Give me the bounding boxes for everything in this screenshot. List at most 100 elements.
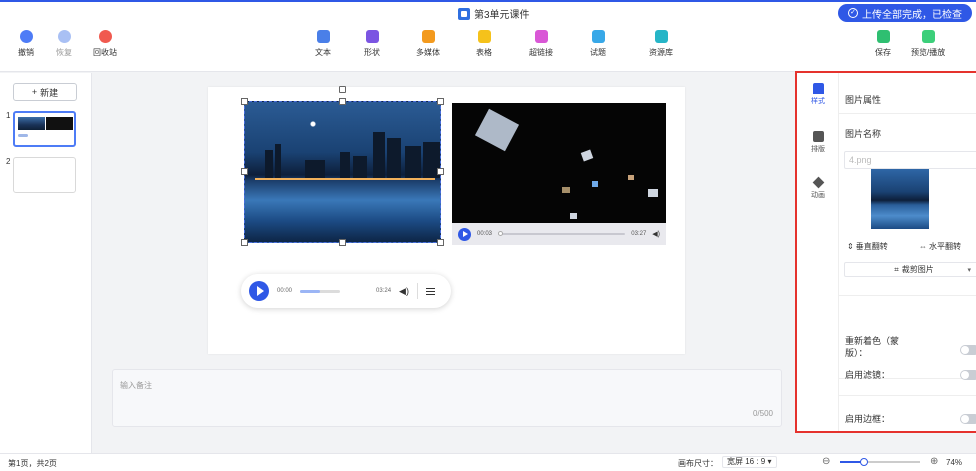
- resize-handle[interactable]: [241, 98, 248, 105]
- upload-status-text: 上传全部完成，已检查: [862, 9, 962, 21]
- flip-vertical-button[interactable]: ⇕ 垂直翻转: [847, 241, 888, 252]
- zoom-in-icon[interactable]: ⊕: [930, 456, 938, 467]
- crop-picture-button[interactable]: ⌗ 裁剪图片 ▾: [844, 262, 976, 277]
- border-toggle[interactable]: [960, 414, 976, 424]
- video-progress-knob[interactable]: [498, 231, 504, 236]
- divider: [839, 113, 976, 114]
- recolor-label: 重新着色（蒙版）：: [845, 336, 900, 358]
- undo-icon: [19, 30, 33, 43]
- media-tool-label: 多媒体: [416, 48, 440, 57]
- resize-handle[interactable]: [437, 98, 444, 105]
- waterfront-lights: [255, 178, 435, 180]
- divider: [416, 283, 418, 299]
- new-slide-label: 新建: [40, 87, 59, 98]
- video-frame-shard: [570, 213, 577, 219]
- recycle-bin-label: 回收站: [93, 48, 117, 57]
- rotate-handle[interactable]: [339, 86, 346, 93]
- picture-preview: [871, 169, 929, 229]
- playlist-menu-icon[interactable]: [425, 287, 435, 295]
- audio-current-time: 00:00: [277, 288, 293, 294]
- flip-vertical-icon: ⇕: [847, 242, 854, 251]
- building: [275, 144, 281, 178]
- resize-handle[interactable]: [339, 239, 346, 246]
- picture-name-value: 4.png: [849, 155, 872, 165]
- chevron-down-icon[interactable]: ▾: [967, 266, 971, 274]
- hyperlink-tool-button[interactable]: 超链接: [529, 30, 553, 58]
- filter-label: 启用滤镜：: [845, 370, 891, 380]
- slide-canvas[interactable]: 00:03 03:27 ◀) 00:00 03:24 ◀): [208, 86, 685, 354]
- shape-tool-button[interactable]: 形状: [364, 30, 380, 58]
- resize-handle[interactable]: [437, 239, 444, 246]
- resize-handle[interactable]: [339, 98, 346, 105]
- preview-label: 预览/播放: [911, 48, 946, 57]
- audio-player[interactable]: 00:00 03:24 ◀): [241, 274, 451, 308]
- canvas-size-value: 宽屏 16 : 9: [727, 457, 766, 466]
- crop-icon: ⌗: [894, 264, 899, 274]
- volume-icon[interactable]: ◀): [652, 230, 660, 238]
- new-slide-button[interactable]: + 新建: [13, 83, 77, 101]
- play-icon[interactable]: [249, 281, 269, 301]
- thumbnail-audio: [18, 134, 28, 137]
- media-tool-button[interactable]: 多媒体: [416, 30, 440, 58]
- filter-toggle[interactable]: [960, 370, 976, 380]
- resize-handle[interactable]: [437, 168, 444, 175]
- quiz-tool-label: 试题: [590, 48, 606, 57]
- picture-properties-panel: 图片属性 图片名称 4.png ⇕ 垂直翻转 ⇔ 水平翻转 ⌗ 裁剪图片 ▾ 重…: [839, 73, 976, 431]
- quiz-tool-button[interactable]: 试题: [590, 30, 606, 58]
- save-label: 保存: [875, 48, 891, 57]
- quiz-icon: [591, 30, 605, 43]
- notes-input[interactable]: 输入备注 0/500: [112, 369, 782, 427]
- picture-name-field[interactable]: 4.png: [844, 151, 976, 169]
- style-icon: [812, 83, 824, 94]
- audio-progress-bar[interactable]: [300, 289, 341, 293]
- table-icon: [477, 30, 491, 43]
- main-toolbar: 撤销 恢复 回收站 文本 形状 多媒体 表格 超链接 试题 资源库 保存 预览/…: [0, 22, 976, 72]
- redo-button[interactable]: 恢复: [56, 30, 72, 58]
- preview-button[interactable]: 预览/播放: [911, 30, 945, 58]
- thumbnail-picture: [18, 117, 45, 130]
- save-button[interactable]: 保存: [875, 30, 891, 58]
- undo-button[interactable]: 撤销: [18, 30, 34, 58]
- redo-label: 恢复: [56, 48, 72, 57]
- text-icon: [316, 30, 330, 43]
- flip-horizontal-icon: ⇔: [919, 242, 927, 251]
- border-label: 启用边框：: [845, 414, 891, 424]
- shape-icon: [365, 30, 379, 43]
- zoom-out-icon[interactable]: ⊖: [822, 456, 830, 467]
- text-tool-button[interactable]: 文本: [315, 30, 331, 58]
- building: [387, 138, 401, 178]
- picture-name-label: 图片名称: [845, 129, 882, 139]
- tab-style[interactable]: 样式: [797, 83, 839, 106]
- volume-icon[interactable]: ◀): [399, 286, 409, 297]
- slide-thumbnail-2[interactable]: [13, 157, 76, 193]
- building: [305, 160, 325, 178]
- building: [405, 146, 421, 178]
- resize-handle[interactable]: [241, 168, 248, 175]
- play-icon[interactable]: [458, 227, 471, 241]
- upload-status-badge[interactable]: ✓ 上传全部完成，已检查: [838, 4, 972, 22]
- page-indicator: 第1页，共2页: [8, 459, 57, 468]
- selected-picture[interactable]: [244, 101, 441, 243]
- slide-thumbnails-panel: + 新建 1 2: [0, 73, 92, 453]
- building: [265, 150, 273, 178]
- zoom-slider-knob[interactable]: [860, 458, 868, 466]
- title-bar: 第3单元课件 ✓ 上传全部完成，已检查: [0, 0, 976, 22]
- divider: [839, 295, 976, 296]
- recolor-toggle[interactable]: [960, 345, 976, 355]
- flip-horizontal-button[interactable]: ⇔ 水平翻转: [919, 241, 961, 252]
- tab-arrange[interactable]: 排版: [797, 131, 839, 154]
- slide-thumbnail-1[interactable]: [13, 111, 76, 147]
- canvas-size-select[interactable]: 宽屏 16 : 9 ▾: [722, 456, 777, 468]
- video-frame-shard: [562, 187, 570, 193]
- resize-handle[interactable]: [241, 239, 248, 246]
- tab-animation[interactable]: 动画: [797, 176, 839, 200]
- table-tool-button[interactable]: 表格: [476, 30, 492, 58]
- recycle-bin-button[interactable]: 回收站: [93, 30, 117, 58]
- video-player[interactable]: 00:03 03:27 ◀): [452, 103, 666, 245]
- animation-icon: [812, 176, 824, 189]
- video-progress-bar[interactable]: [498, 231, 626, 236]
- notes-character-count: 0/500: [752, 409, 773, 418]
- resources-tool-button[interactable]: 资源库: [649, 30, 673, 58]
- hyperlink-icon: [534, 30, 548, 43]
- zoom-slider[interactable]: [840, 458, 920, 466]
